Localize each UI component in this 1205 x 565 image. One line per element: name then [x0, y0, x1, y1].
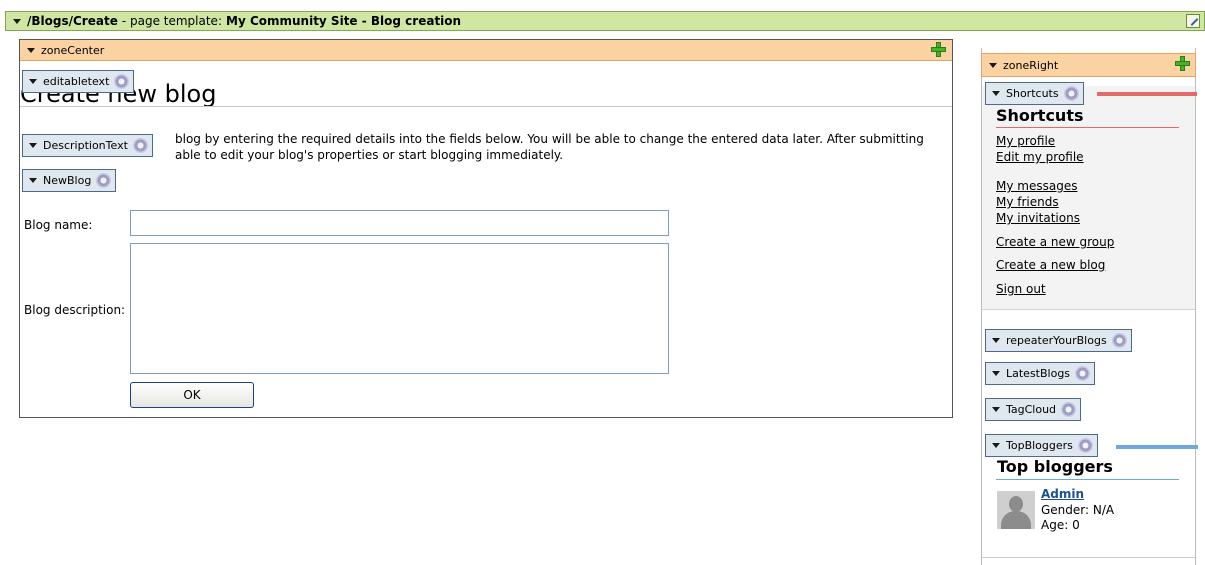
webpart-label: TopBloggers: [1006, 439, 1073, 452]
webpart-repeater-your-blogs[interactable]: repeaterYourBlogs: [985, 329, 1132, 352]
webpart-label: LatestBlogs: [1006, 367, 1071, 380]
link-my-messages[interactable]: My messages: [996, 179, 1077, 193]
triangle-down-icon[interactable]: [29, 79, 37, 84]
shortcuts-title: Shortcuts: [996, 106, 1084, 125]
zone-center-header: zoneCenter: [20, 40, 952, 61]
triangle-down-icon[interactable]: [29, 143, 37, 148]
user-avatar-icon[interactable]: [997, 491, 1035, 529]
blog-description-textarea[interactable]: [130, 243, 669, 374]
gear-icon[interactable]: [96, 173, 112, 188]
gear-icon[interactable]: [132, 138, 148, 153]
heading-rule: [20, 106, 952, 107]
edit-page-icon[interactable]: [1186, 14, 1200, 28]
add-webpart-icon[interactable]: [931, 42, 946, 57]
blogger-name-link[interactable]: Admin: [1041, 487, 1084, 501]
webpart-descriptiontext[interactable]: DescriptionText: [22, 134, 153, 157]
link-create-group[interactable]: Create a new group: [996, 235, 1114, 249]
link-my-friends[interactable]: My friends: [996, 195, 1059, 209]
gear-icon[interactable]: [1063, 86, 1079, 101]
blogger-age: Age: 0: [1041, 518, 1080, 532]
gear-icon[interactable]: [1075, 366, 1091, 381]
triangle-down-icon[interactable]: [992, 443, 1000, 448]
triangle-down-icon[interactable]: [992, 407, 1000, 412]
triangle-down-icon[interactable]: [992, 91, 1000, 96]
triangle-down-icon[interactable]: [989, 62, 997, 68]
top-bloggers-title-rule: [996, 479, 1179, 480]
top-bloggers-title: Top bloggers: [997, 457, 1113, 476]
shortcuts-accent-bar: [1097, 92, 1197, 96]
gear-icon[interactable]: [114, 74, 130, 89]
webpart-shortcuts[interactable]: Shortcuts: [985, 82, 1084, 105]
link-edit-my-profile[interactable]: Edit my profile: [996, 150, 1084, 164]
zone-right-header: zoneRight: [981, 53, 1196, 77]
zone-right-label: zoneRight: [1003, 58, 1059, 72]
blog-name-input[interactable]: [130, 210, 669, 236]
triangle-down-icon[interactable]: [29, 178, 37, 183]
blog-name-label: Blog name:: [24, 218, 93, 232]
webpart-latest-blogs[interactable]: LatestBlogs: [985, 362, 1096, 385]
webpart-top-bloggers[interactable]: TopBloggers: [985, 434, 1098, 457]
add-webpart-icon[interactable]: [1175, 56, 1190, 71]
link-sign-out[interactable]: Sign out: [996, 282, 1046, 296]
topbloggers-accent-bar: [1116, 445, 1198, 449]
description-line-2: able to edit your blog's properties or s…: [175, 148, 564, 162]
triangle-down-icon[interactable]: [13, 18, 21, 24]
webpart-label: NewBlog: [43, 174, 92, 187]
gear-icon[interactable]: [1061, 402, 1077, 417]
webpart-tag-cloud[interactable]: TagCloud: [985, 398, 1082, 421]
blogger-gender: Gender: N/A: [1041, 503, 1115, 517]
webpart-editabletext[interactable]: editabletext: [22, 70, 135, 93]
page-template-label: - page template:: [121, 14, 222, 28]
description-paragraph: blog by entering the required details in…: [20, 131, 950, 163]
page-template-name: My Community Site - Blog creation: [226, 14, 462, 28]
webpart-label: Shortcuts: [1006, 87, 1059, 100]
page-template-bar: /Blogs/Create - page template: My Commun…: [5, 11, 1205, 31]
heading-visible-text: blog: [164, 80, 217, 108]
right-column-bottom-rule: [982, 557, 1195, 558]
link-create-blog[interactable]: Create a new blog: [996, 258, 1105, 272]
gear-icon[interactable]: [1077, 438, 1093, 453]
triangle-down-icon[interactable]: [992, 371, 1000, 376]
page-path: /Blogs/Create: [27, 14, 118, 28]
zone-center-label: zoneCenter: [41, 43, 105, 57]
blog-description-label: Blog description:: [24, 303, 126, 317]
webpart-label: DescriptionText: [43, 139, 128, 152]
link-my-invitations[interactable]: My invitations: [996, 211, 1080, 225]
triangle-down-icon[interactable]: [992, 338, 1000, 343]
webpart-label: TagCloud: [1006, 403, 1057, 416]
link-my-profile[interactable]: My profile: [996, 134, 1055, 148]
webpart-newblog[interactable]: NewBlog: [22, 169, 117, 192]
description-line-1: blog by entering the required details in…: [175, 132, 924, 146]
webpart-label: editabletext: [43, 75, 110, 88]
gear-icon[interactable]: [1111, 333, 1127, 348]
ok-button[interactable]: OK: [130, 382, 254, 408]
shortcuts-title-rule: [996, 127, 1179, 128]
zone-right-header-wrap: zoneRight: [981, 53, 1196, 77]
triangle-down-icon[interactable]: [27, 47, 35, 53]
webpart-label: repeaterYourBlogs: [1006, 334, 1107, 347]
